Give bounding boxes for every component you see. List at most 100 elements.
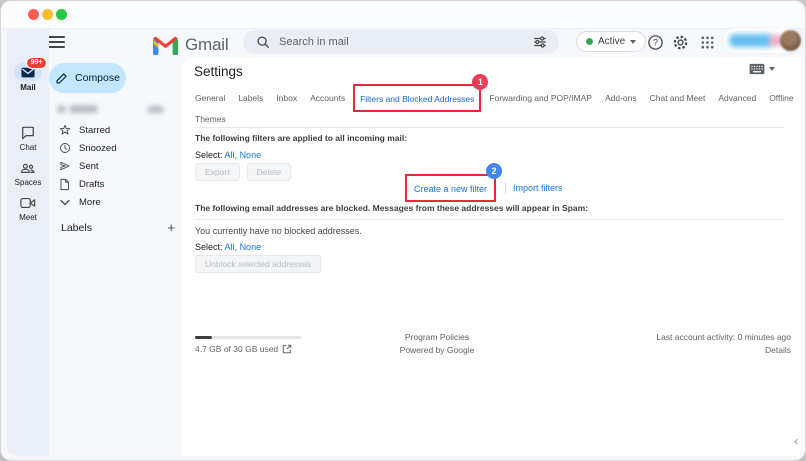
tab-chat-and-meet[interactable]: Chat and Meet [650,93,706,103]
delete-button[interactable]: Delete [247,163,292,181]
search-options-icon[interactable] [533,35,547,49]
select-all-link[interactable]: All, [225,242,238,252]
settings-gear-icon[interactable] [671,33,689,51]
storage-meter [195,336,301,339]
status-label: Active [598,36,625,47]
labels-title: Labels [61,222,167,234]
rail-label-mail: Mail [7,83,49,92]
availability-status-dropdown[interactable]: Active [576,31,646,52]
meet-camera-icon [7,195,49,211]
close-window-button[interactable] [28,9,39,20]
section-divider [195,127,785,128]
avatar[interactable] [780,30,801,51]
create-label-button[interactable]: + [167,220,175,235]
chevron-down-icon [58,199,71,206]
compose-pencil-icon [55,72,68,85]
settings-tabs: General Labels Inbox Accounts Filters an… [195,84,794,112]
blocked-heading: The following email addresses are blocke… [195,203,588,213]
tab-add-ons[interactable]: Add-ons [605,93,637,103]
unread-count-badge: 99+ [26,57,47,69]
page-title: Settings [194,64,243,79]
spaces-icon [7,160,49,176]
no-blocked-addresses-text: You currently have no blocked addresses. [195,226,362,236]
last-account-activity-text: Last account activity: 0 minutes ago [551,332,791,342]
tab-labels[interactable]: Labels [238,93,263,103]
sidebar-item-sent[interactable]: Sent [49,157,175,175]
draft-file-icon [58,178,71,191]
details-link[interactable]: Details [765,345,791,355]
search-icon[interactable] [256,35,270,49]
help-button[interactable]: ? [646,33,664,51]
annotation-step-1-badge: 1 [472,74,488,90]
input-tools-control[interactable] [749,63,775,75]
tab-forwarding-pop-imap[interactable]: Forwarding and POP/IMAP [489,93,592,103]
main-menu-icon[interactable] [48,36,65,48]
chevron-down-icon [769,67,775,71]
star-icon [58,124,71,136]
app-rail: 99+ Mail Chat Spaces [7,29,49,456]
filters-heading: The following filters are applied to all… [195,133,407,143]
rail-label-spaces: Spaces [7,178,49,187]
collapse-panel-chevron-icon[interactable]: ‹ [794,434,798,448]
account-chip[interactable] [723,28,803,53]
filters-select-row: Select: All, None [195,150,261,160]
section-divider [195,219,785,220]
powered-by-google-text: Powered by Google [337,345,537,355]
annotation-step-2-badge: 2 [486,163,502,179]
sidebar-item-drafts[interactable]: Drafts [49,175,175,193]
minimize-window-button[interactable] [42,9,53,20]
select-label: Select: [195,150,223,160]
search-input[interactable]: Search in mail [279,36,533,48]
maximize-window-button[interactable] [56,9,67,20]
export-button[interactable]: Export [195,163,240,181]
gmail-m-icon [153,36,178,55]
unblock-selected-addresses-button[interactable]: Unblock selected addresses [195,255,321,273]
sidebar-item-label: More [79,197,101,208]
rail-item-chat[interactable]: Chat [7,125,49,152]
google-apps-grid-icon[interactable] [698,33,716,51]
sidebar-item-starred[interactable]: Starred [49,121,175,139]
tab-filters-and-blocked-addresses[interactable]: Filters and Blocked Addresses [360,94,474,104]
compose-label: Compose [75,72,120,84]
annotation-box-step1: Filters and Blocked Addresses 1 [353,84,481,112]
rail-item-mail[interactable]: 99+ Mail [7,63,49,92]
tab-inbox[interactable]: Inbox [276,93,297,103]
filter-actions-row: Create a new filter 2 Import filters [405,174,563,202]
select-all-link[interactable]: All, [225,150,238,160]
mail-pill: 99+ [14,63,42,81]
annotation-box-step2: Create a new filter 2 [405,174,496,202]
rail-label-meet: Meet [7,213,49,222]
storage-meter-fill [195,336,212,339]
gmail-logo: Gmail [153,35,228,55]
settings-page: Settings General Labels Inbox Accounts F… [181,57,801,456]
tab-themes[interactable]: Themes [195,114,226,124]
rail-item-spaces[interactable]: Spaces [7,160,49,187]
create-new-filter-link[interactable]: Create a new filter [414,184,487,194]
redacted-account-name [729,34,773,47]
chevron-down-icon [630,40,636,44]
rail-item-meet[interactable]: Meet [7,195,49,222]
gmail-logo-text: Gmail [185,35,228,55]
svg-text:?: ? [653,37,658,47]
sidebar-item-snoozed[interactable]: Snoozed [49,139,175,157]
storage-usage-text: 4.7 GB of 30 GB used [195,344,278,354]
gmail-window: Gmail Search in mail Active ? [0,0,806,461]
tab-offline[interactable]: Offline [769,93,793,103]
vertical-divider [505,182,506,194]
sidebar-item-label: Starred [79,125,110,136]
tab-general[interactable]: General [195,93,225,103]
macos-titlebar [1,1,805,29]
tab-accounts[interactable]: Accounts [310,93,345,103]
tab-advanced[interactable]: Advanced [718,93,756,103]
sidebar-item-more[interactable]: More [49,193,175,211]
import-filters-link[interactable]: Import filters [513,183,563,193]
search-bar[interactable]: Search in mail [243,30,559,54]
sidebar-item-label: Drafts [79,179,104,190]
select-none-link[interactable]: None [240,150,262,160]
keyboard-icon [749,63,765,75]
clock-icon [58,142,71,154]
external-link-icon[interactable] [282,344,292,354]
program-policies-link[interactable]: Program Policies [337,332,537,342]
select-none-link[interactable]: None [240,242,262,252]
compose-button[interactable]: Compose [49,63,126,93]
